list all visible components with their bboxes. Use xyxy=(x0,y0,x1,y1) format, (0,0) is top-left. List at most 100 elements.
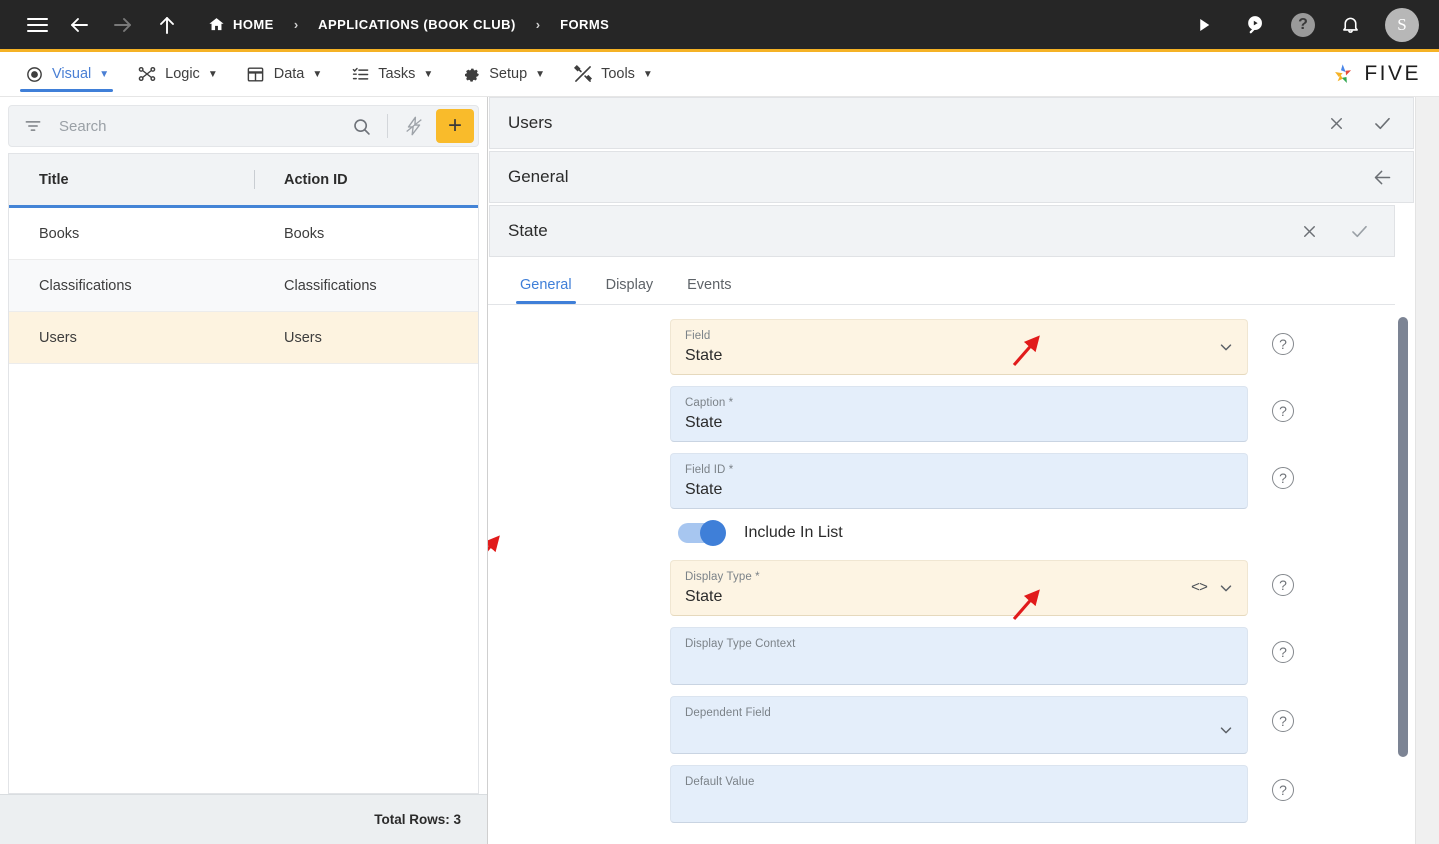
help-icon[interactable]: ? xyxy=(1272,779,1294,801)
table-footer: Total Rows: 3 xyxy=(0,794,487,844)
help-icon[interactable]: ? xyxy=(1272,641,1294,663)
add-button[interactable]: + xyxy=(436,109,474,143)
breadcrumb-separator: › xyxy=(293,17,299,32)
active-tab-underline xyxy=(516,301,576,304)
help-icon[interactable]: ? xyxy=(1272,467,1294,489)
field-default-value[interactable]: Default Value xyxy=(670,765,1248,823)
table-row[interactable]: Classifications Classifications xyxy=(9,260,478,312)
form-row-display-type: Display Type * State <> ? xyxy=(670,560,1415,616)
menu-item-tools[interactable]: Tools ▼ xyxy=(559,52,667,96)
breadcrumb-item-forms[interactable]: FORMS xyxy=(556,17,613,32)
bell-icon[interactable] xyxy=(1333,8,1367,42)
menu-label-tasks: Tasks xyxy=(378,66,416,82)
confirm-icon[interactable] xyxy=(1346,218,1372,244)
help-circle-icon[interactable]: ? xyxy=(1291,12,1315,37)
menu-item-setup[interactable]: Setup ▼ xyxy=(447,52,559,96)
form-scrollbar[interactable] xyxy=(1398,317,1408,798)
right-panel: Users General State General Display Even… xyxy=(488,97,1439,844)
table-row-selected[interactable]: Users Users xyxy=(9,312,478,364)
section-actions-state xyxy=(1296,218,1394,244)
search-input[interactable] xyxy=(53,117,339,135)
cell-action-id: Classifications xyxy=(284,277,377,294)
panel-scroll-track[interactable] xyxy=(1415,97,1439,844)
logic-nodes-icon xyxy=(137,64,157,84)
menu-item-visual[interactable]: Visual ▼ xyxy=(10,52,123,96)
section-header-users: Users xyxy=(489,97,1414,149)
breadcrumb-item-home[interactable]: HOME xyxy=(204,16,278,33)
field-dependent-field[interactable]: Dependent Field xyxy=(670,696,1248,754)
tab-label-events: Events xyxy=(687,277,732,293)
help-icon[interactable]: ? xyxy=(1272,574,1294,596)
filter-icon[interactable] xyxy=(19,112,47,140)
home-icon xyxy=(208,16,225,33)
table-grid-icon xyxy=(246,64,266,84)
code-icon[interactable]: <> xyxy=(1191,580,1208,597)
tab-general[interactable]: General xyxy=(506,277,586,304)
search-play-icon[interactable] xyxy=(1239,8,1273,42)
avatar-initial: S xyxy=(1397,14,1407,34)
form-row-include-in-list: Include In List ? xyxy=(670,520,1415,546)
field-display-type-context[interactable]: Display Type Context xyxy=(670,627,1248,685)
field-display-type[interactable]: Display Type * State <> xyxy=(670,560,1248,616)
chevron-down-icon[interactable] xyxy=(1217,579,1235,597)
main-menu-bar: Visual ▼ Logic ▼ Data ▼ Tasks ▼ Setup ▼ … xyxy=(0,52,1439,97)
topbar-actions: ? S xyxy=(1187,7,1425,42)
arrow-up-icon[interactable] xyxy=(150,8,184,42)
field-caption[interactable]: Caption * State xyxy=(670,386,1248,442)
column-header-action-id[interactable]: Action ID xyxy=(254,154,478,205)
detail-tabs: General Display Events xyxy=(488,259,1395,305)
toggle-knob xyxy=(700,520,726,546)
tab-events[interactable]: Events xyxy=(673,277,745,304)
include-in-list-toggle[interactable] xyxy=(678,520,726,546)
hamburger-icon[interactable] xyxy=(20,8,54,42)
breadcrumb-item-applications[interactable]: APPLICATIONS (BOOK CLUB) xyxy=(314,17,520,32)
app-window: HOME › APPLICATIONS (BOOK CLUB) › FORMS … xyxy=(0,0,1439,844)
menu-label-data: Data xyxy=(273,66,305,82)
field-label: Field xyxy=(685,330,711,342)
table-header-row: Title Action ID xyxy=(9,154,478,208)
avatar[interactable]: S xyxy=(1385,7,1419,42)
top-navigation-bar: HOME › APPLICATIONS (BOOK CLUB) › FORMS … xyxy=(0,0,1439,52)
tab-display[interactable]: Display xyxy=(592,277,668,304)
section-actions-general xyxy=(1369,164,1413,190)
cell-action-id: Books xyxy=(284,225,325,242)
section-header-general: General xyxy=(489,151,1414,203)
chevron-down-icon: ▼ xyxy=(642,69,653,80)
close-icon[interactable] xyxy=(1296,218,1322,244)
field-label: Display Type * xyxy=(685,571,760,583)
play-icon[interactable] xyxy=(1187,8,1221,42)
arrow-left-icon[interactable] xyxy=(1369,164,1395,190)
section-title-state: State xyxy=(508,221,548,240)
form-row-field: Field State ? xyxy=(670,319,1415,375)
field-field[interactable]: Field State xyxy=(670,319,1248,375)
scrollbar-thumb[interactable] xyxy=(1398,317,1408,757)
tab-label-general: General xyxy=(520,277,572,293)
menu-label-setup: Setup xyxy=(489,66,528,82)
confirm-icon[interactable] xyxy=(1369,110,1395,136)
arrow-left-icon[interactable] xyxy=(62,8,96,42)
form-row-default-value: Default Value ? xyxy=(670,765,1415,823)
chevron-down-icon[interactable] xyxy=(1217,338,1235,356)
help-icon[interactable]: ? xyxy=(1272,333,1294,355)
cell-title: Classifications xyxy=(39,277,132,294)
column-header-title[interactable]: Title xyxy=(9,154,254,205)
help-icon[interactable]: ? xyxy=(1272,400,1294,422)
chevron-down-icon[interactable] xyxy=(1217,721,1235,739)
close-icon[interactable] xyxy=(1323,110,1349,136)
menu-item-logic[interactable]: Logic ▼ xyxy=(123,52,232,96)
menu-label-logic: Logic xyxy=(165,66,200,82)
menu-item-tasks[interactable]: Tasks ▼ xyxy=(336,52,447,96)
field-label: Field ID * xyxy=(685,464,734,476)
help-glyph: ? xyxy=(1298,15,1308,33)
help-icon[interactable]: ? xyxy=(1272,710,1294,732)
right-panel-content: Users General State General Display Even… xyxy=(488,97,1415,844)
section-actions-users xyxy=(1323,110,1413,136)
table-row[interactable]: Books Books xyxy=(9,208,478,260)
field-field-id[interactable]: Field ID * State xyxy=(670,453,1248,509)
lightning-disabled-icon[interactable] xyxy=(398,110,430,142)
search-icon[interactable] xyxy=(345,110,377,142)
field-label: Caption * xyxy=(685,397,734,409)
left-panel: + Title Action ID Books Books Classifica… xyxy=(0,97,488,844)
chevron-down-icon: ▼ xyxy=(207,69,218,80)
menu-item-data[interactable]: Data ▼ xyxy=(232,52,337,96)
